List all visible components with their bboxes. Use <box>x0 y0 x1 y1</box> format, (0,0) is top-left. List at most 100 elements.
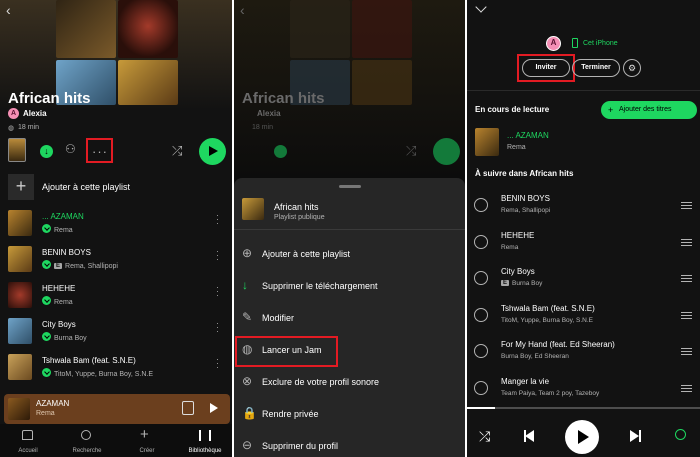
sheet-handle[interactable] <box>339 185 361 188</box>
track-row[interactable]: BENIN BOYS E Rema, Shallipopi ··· <box>0 244 232 278</box>
play-button[interactable] <box>199 138 226 165</box>
sheet-divider <box>234 229 465 230</box>
devices-icon[interactable] <box>182 401 194 415</box>
drag-handle-icon[interactable] <box>681 311 692 319</box>
queue-track-title: Tshwala Bam (feat. S.N.E) <box>501 303 595 313</box>
track-cover <box>8 318 32 344</box>
track-title: HEHEHE <box>42 284 76 293</box>
sheet-item[interactable]: ⊖ Supprimer du profil <box>234 436 465 457</box>
nav-search-label[interactable]: Recherche <box>67 448 107 454</box>
select-radio[interactable] <box>474 234 488 249</box>
track-more-icon[interactable]: ··· <box>213 214 223 226</box>
sheet-item[interactable]: 🔒 Rendre privée <box>234 404 465 428</box>
profile-remove-icon: ⊖ <box>242 438 253 452</box>
queue-row[interactable]: HEHEHE Rema <box>467 227 700 259</box>
owner-name[interactable]: Alexia <box>23 109 47 118</box>
previous-icon[interactable] <box>525 430 534 442</box>
add-to-playlist-icon[interactable]: + <box>8 174 34 200</box>
queue-track-title: City Boys <box>501 267 535 276</box>
big-play-icon <box>578 430 589 444</box>
library-icon[interactable] <box>199 430 211 441</box>
queue-row[interactable]: BENIN BOYS Rema, Shallipopi <box>467 190 700 222</box>
add-tracks-button[interactable]: + Ajouter des titres <box>601 101 697 119</box>
select-radio[interactable] <box>474 271 488 285</box>
queue-row[interactable]: City Boys E Burna Boy <box>467 263 700 295</box>
dimmed-shuffle-icon: ⤮ <box>406 143 417 158</box>
queue-row[interactable]: Manger la vie Team Paiya, Team 2 poy, Taz… <box>467 373 700 405</box>
search-icon[interactable] <box>81 430 91 440</box>
queue-track-meta: TitoM, Yuppe, Burna Boy, S.N.E <box>501 317 593 324</box>
nav-library-label[interactable]: Bibliothèque <box>185 448 225 454</box>
downloaded-icon <box>42 332 51 341</box>
current-track-title[interactable]: ... AZAMAN <box>507 131 549 140</box>
sheet-item[interactable]: ⊗ Exclure de votre profil sonore <box>234 372 465 396</box>
select-radio[interactable] <box>474 198 488 212</box>
track-more-icon[interactable]: ··· <box>213 250 223 262</box>
drag-handle-icon[interactable] <box>681 384 692 392</box>
track-row[interactable]: Tshwala Bam (feat. S.N.E) TitoM, Yuppe, B… <box>0 352 232 386</box>
sheet-item-label: Ajouter à cette playlist <box>262 249 351 259</box>
sheet-item[interactable]: ⊕ Ajouter à cette playlist <box>234 244 465 268</box>
lock-icon: 🔒 <box>242 406 257 420</box>
playlist-duration: 18 min <box>18 124 40 131</box>
track-more-icon[interactable]: ··· <box>213 286 223 298</box>
track-more-icon[interactable]: ··· <box>213 358 223 370</box>
queue-track-meta: E Burna Boy <box>501 280 542 287</box>
queue-track-meta: Rema, Shallipopi <box>501 207 550 214</box>
end-button[interactable]: Terminer <box>572 59 620 77</box>
downloaded-icon <box>42 260 51 269</box>
nav-home-label[interactable]: Accueil <box>8 448 48 454</box>
nav-create-label[interactable]: Créer <box>127 448 167 454</box>
select-radio[interactable] <box>474 380 488 395</box>
queue-row[interactable]: Tshwala Bam (feat. S.N.E) TitoM, Yuppe, B… <box>467 300 700 332</box>
track-row[interactable]: HEHEHE Rema ··· <box>0 280 232 314</box>
settings-gear-icon[interactable]: ⚙ <box>623 59 641 77</box>
mini-play-icon[interactable] <box>210 403 218 413</box>
cover-art-4 <box>118 60 178 105</box>
track-artist: Rema, Shallipopi <box>65 263 118 270</box>
track-cover <box>8 354 32 380</box>
select-radio[interactable] <box>474 344 488 358</box>
track-row[interactable]: City Boys Burna Boy ··· <box>0 316 232 350</box>
playlist-cover-small[interactable] <box>8 138 26 162</box>
sheet-item-label: Supprimer du profil <box>262 441 339 451</box>
big-play-button[interactable] <box>565 420 599 454</box>
drag-handle-icon[interactable] <box>681 275 692 282</box>
track-more-icon[interactable]: ··· <box>213 322 223 334</box>
next-icon[interactable] <box>630 430 639 442</box>
mini-player[interactable]: AZAMAN Rema <box>4 394 230 424</box>
chevron-down-icon[interactable] <box>475 1 487 13</box>
back-icon[interactable]: ‹ <box>6 2 11 18</box>
add-tracks-icon: + <box>608 105 614 115</box>
drag-handle-icon[interactable] <box>681 238 692 246</box>
phone-icon <box>572 38 578 48</box>
drag-handle-icon[interactable] <box>681 348 692 355</box>
select-radio[interactable] <box>474 307 488 322</box>
device-name[interactable]: Cet iPhone <box>583 40 618 47</box>
dimmed-cover-1 <box>290 0 350 58</box>
plus-icon[interactable]: + <box>140 426 149 443</box>
drag-handle-icon[interactable] <box>681 202 692 209</box>
home-icon[interactable] <box>22 430 33 440</box>
progress-fill <box>467 407 495 409</box>
highlight-more-options <box>86 138 113 163</box>
owner-avatar[interactable]: A <box>8 108 19 119</box>
sheet-item[interactable]: ✎ Modifier <box>234 308 465 332</box>
track-title: BENIN BOYS <box>42 248 91 257</box>
download-done-icon[interactable]: ↓ <box>40 145 53 158</box>
sheet-item[interactable]: ↓ Supprimer le téléchargement <box>234 276 465 300</box>
queue-row[interactable]: For My Hand (feat. Ed Sheeran) Burna Boy,… <box>467 336 700 368</box>
back-icon[interactable]: ‹ <box>240 2 245 18</box>
progress-track[interactable] <box>467 407 700 409</box>
shuffle-icon[interactable]: ⤮ <box>479 428 490 445</box>
jam-speaker-icon[interactable] <box>675 429 686 440</box>
add-to-playlist-label[interactable]: Ajouter à cette playlist <box>42 182 130 192</box>
dimmed-title: African hits <box>242 90 325 107</box>
track-title: ... AZAMAN <box>42 212 84 221</box>
shuffle-icon[interactable]: ⤮ <box>172 143 182 159</box>
track-row[interactable]: ... AZAMAN Rema ··· <box>0 208 232 242</box>
header-divider <box>467 90 700 91</box>
track-meta: TitoM, Yuppe, Burna Boy, S.N.E <box>42 368 153 378</box>
add-user-icon[interactable]: ⚇ <box>65 142 76 156</box>
dimmed-cover-2 <box>352 0 412 58</box>
